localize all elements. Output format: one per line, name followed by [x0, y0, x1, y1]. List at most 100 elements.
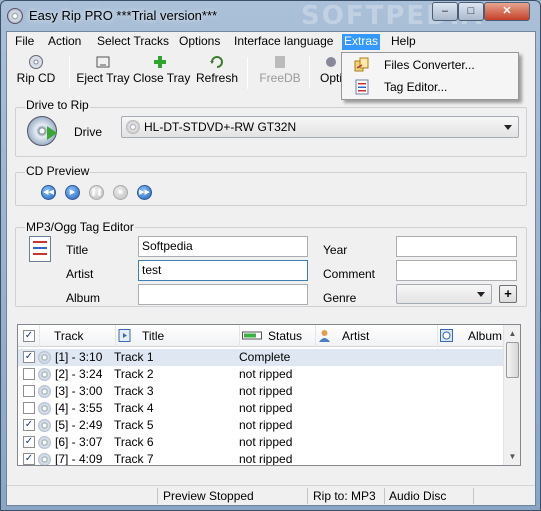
- menu-interface-language[interactable]: Interface language: [234, 34, 333, 50]
- menu-item-files-converter[interactable]: Files Converter...: [344, 55, 516, 75]
- track-title: Track 7: [114, 452, 154, 465]
- cd-track-icon: [38, 402, 51, 415]
- track-row[interactable]: [3] - 3:00 Track 3 not ripped: [18, 383, 504, 400]
- status-preview: Preview Stopped: [163, 489, 254, 503]
- track-list-scrollbar[interactable]: ▲ ▼: [503, 325, 520, 465]
- close-tray-button[interactable]: Close Tray: [133, 55, 191, 93]
- rip-cd-button[interactable]: Rip CD: [15, 55, 57, 93]
- track-checkbox[interactable]: [23, 402, 35, 414]
- artist-field[interactable]: test: [138, 260, 308, 281]
- refresh-icon: [210, 56, 223, 68]
- previous-icon: ◀◀: [43, 189, 54, 196]
- menu-options[interactable]: Options: [179, 34, 220, 50]
- track-row[interactable]: [4] - 3:55 Track 4 not ripped: [18, 400, 504, 417]
- track-row[interactable]: ✓ [5] - 2:49 Track 5 not ripped: [18, 417, 504, 434]
- title-field[interactable]: Softpedia: [138, 236, 308, 257]
- previous-track-button[interactable]: ◀◀: [41, 185, 56, 200]
- col-track-label: Track: [54, 329, 84, 343]
- app-cd-icon: [7, 8, 23, 24]
- play-button[interactable]: ▶: [65, 185, 80, 200]
- stop-icon: ■: [118, 189, 123, 196]
- drive-select-cd-icon: [126, 120, 140, 134]
- close-button[interactable]: ✕: [484, 2, 530, 21]
- next-track-button[interactable]: ▶▶: [137, 185, 152, 200]
- menu-extras[interactable]: Extras: [342, 34, 381, 50]
- close-tray-label: Close Tray: [133, 71, 191, 85]
- toolbar-separator: [69, 57, 70, 89]
- track-status: not ripped: [239, 435, 293, 449]
- scroll-thumb[interactable]: [506, 342, 519, 378]
- pause-button[interactable]: ❚❚: [89, 185, 104, 200]
- freedb-label: FreeDB: [259, 71, 301, 85]
- track-number: [1] - 3:10: [55, 350, 103, 364]
- menu-bar: File Action Select Tracks Options Interf…: [7, 32, 535, 51]
- track-row[interactable]: ✓ [6] - 3:07 Track 6 not ripped: [18, 434, 504, 451]
- comment-field[interactable]: [396, 260, 517, 281]
- artist-label: Artist: [66, 267, 94, 281]
- track-number: [6] - 3:07: [55, 435, 103, 449]
- next-icon: ▶▶: [139, 189, 150, 196]
- genre-select[interactable]: [396, 284, 492, 304]
- rip-cd-label: Rip CD: [16, 71, 56, 85]
- track-status: not ripped: [239, 452, 293, 465]
- col-status[interactable]: Status: [240, 325, 316, 347]
- track-checkbox[interactable]: ✓: [23, 453, 35, 465]
- genre-label: Genre: [323, 291, 357, 305]
- track-checkbox[interactable]: ✓: [23, 351, 35, 363]
- track-checkbox[interactable]: ✓: [23, 419, 35, 431]
- menu-select-tracks[interactable]: Select Tracks: [97, 34, 169, 50]
- year-label: Year: [323, 243, 348, 257]
- track-checkbox[interactable]: [23, 385, 35, 397]
- track-status: not ripped: [239, 367, 293, 381]
- track-checkbox[interactable]: ✓: [23, 436, 35, 448]
- col-artist-label: Artist: [342, 329, 370, 343]
- album-field[interactable]: [138, 284, 308, 305]
- track-number: [3] - 3:00: [55, 384, 103, 398]
- col-album[interactable]: Album: [438, 325, 504, 347]
- menu-help[interactable]: Help: [391, 34, 416, 50]
- track-checkbox[interactable]: [23, 368, 35, 380]
- menu-file[interactable]: File: [15, 34, 34, 50]
- eject-icon: [96, 56, 110, 68]
- album-icon: [440, 329, 453, 342]
- track-row[interactable]: ✓ [1] - 3:10 Track 1 Complete: [18, 349, 504, 366]
- drive-select-value: HL-DT-STDVD+-RW GT32N: [144, 120, 297, 134]
- stop-button[interactable]: ■: [113, 185, 128, 200]
- cd-track-icon: [38, 453, 51, 465]
- refresh-button[interactable]: Refresh: [195, 55, 239, 93]
- maximize-button[interactable]: □: [458, 2, 484, 21]
- col-track[interactable]: Track: [40, 325, 116, 347]
- col-title[interactable]: Title: [116, 325, 240, 347]
- eject-tray-button[interactable]: Eject Tray: [75, 55, 131, 93]
- minimize-button[interactable]: –: [432, 2, 458, 21]
- cd-track-icon: [38, 368, 51, 381]
- tag-editor-icon: [355, 79, 369, 95]
- scroll-up-icon[interactable]: ▲: [505, 326, 520, 341]
- track-list-header: ✓ Track Title Status Artist Album: [18, 325, 504, 347]
- col-check[interactable]: ✓: [18, 325, 40, 347]
- freedb-button[interactable]: FreeDB: [259, 55, 301, 93]
- menu-action[interactable]: Action: [48, 34, 81, 50]
- title-bar[interactable]: Easy Rip PRO ***Trial version*** SOFTPED…: [1, 1, 540, 31]
- menu-item-tag-editor[interactable]: Tag Editor...: [344, 77, 516, 97]
- add-genre-button[interactable]: +: [499, 285, 517, 303]
- track-row[interactable]: [2] - 3:24 Track 2 not ripped: [18, 366, 504, 383]
- track-status: not ripped: [239, 384, 293, 398]
- drive-label: Drive: [74, 125, 103, 139]
- track-title: Track 5: [114, 418, 154, 432]
- client-area: File Action Select Tracks Options Interf…: [6, 31, 536, 506]
- select-all-checkbox[interactable]: ✓: [23, 330, 35, 342]
- track-row[interactable]: ✓ [7] - 4:09 Track 7 not ripped: [18, 451, 504, 465]
- year-field[interactable]: [396, 236, 517, 257]
- files-converter-icon: [354, 57, 369, 72]
- col-album-label: Album: [468, 329, 503, 343]
- album-label: Album: [66, 291, 101, 305]
- col-artist[interactable]: Artist: [316, 325, 438, 347]
- status-separator: [157, 488, 158, 504]
- preview-group-title: CD Preview: [25, 164, 91, 178]
- scroll-down-icon[interactable]: ▼: [505, 449, 520, 464]
- rip-cd-icon: [29, 55, 43, 69]
- drive-select[interactable]: HL-DT-STDVD+-RW GT32N: [121, 116, 519, 138]
- options-icon: [326, 57, 336, 67]
- status-separator: [384, 488, 385, 504]
